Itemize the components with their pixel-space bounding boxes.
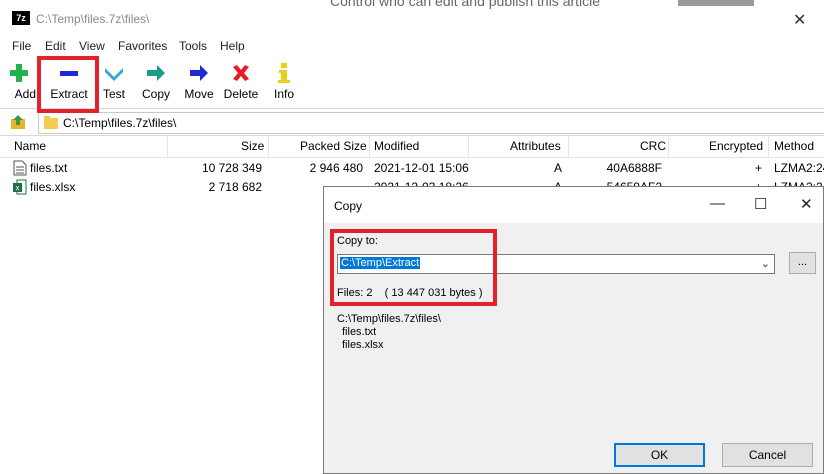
column-packed-size[interactable]: Packed Size: [300, 139, 367, 153]
path-input[interactable]: C:\Temp\files.7z\files\: [38, 112, 824, 134]
source-list: C:\Temp\files.7z\files\ files.txt files.…: [337, 313, 441, 352]
minimize-icon[interactable]: —: [710, 195, 725, 212]
address-bar: C:\Temp\files.7z\files\: [0, 108, 824, 136]
dialog-title-bar: Copy — ☐ ✕: [324, 187, 823, 223]
extract-button[interactable]: Extract: [44, 56, 94, 108]
ok-button[interactable]: OK: [614, 443, 705, 467]
file-crc: 40A6888F: [606, 161, 662, 175]
file-name: files.txt: [30, 161, 68, 175]
delete-button[interactable]: Delete: [222, 56, 260, 108]
chevron-down-icon[interactable]: ⌄: [761, 257, 770, 270]
dialog-title: Copy: [334, 199, 363, 213]
destination-combobox[interactable]: C:\Temp\Extract ⌄: [337, 254, 775, 274]
background-window-text: Control who can edit and publish this ar…: [330, 0, 601, 9]
dialog-close-icon[interactable]: ✕: [800, 195, 813, 213]
title-bar: 7z C:\Temp\files.7z\files\ Control who c…: [0, 0, 824, 36]
column-encrypted[interactable]: Encrypted: [709, 139, 763, 153]
source-path: C:\Temp\files.7z\files\: [337, 313, 441, 325]
info-button[interactable]: Info: [270, 56, 298, 108]
file-packed-size: 2 946 480: [309, 161, 363, 175]
menu-help[interactable]: Help: [220, 39, 245, 53]
copy-button[interactable]: Copy: [138, 56, 174, 108]
column-divider: [268, 135, 269, 157]
move-icon: [190, 65, 208, 81]
file-attributes: A: [553, 161, 562, 175]
files-info: Files: 2 ( 13 447 031 bytes ): [337, 287, 483, 299]
copy-to-label: Copy to:: [337, 235, 378, 247]
file-encrypted: +: [754, 161, 762, 175]
column-divider: [568, 135, 569, 157]
menu-view[interactable]: View: [79, 39, 105, 53]
menu-edit[interactable]: Edit: [45, 39, 66, 53]
destination-text: C:\Temp\Extract: [340, 257, 421, 269]
file-name: files.xlsx: [30, 180, 76, 194]
column-method[interactable]: Method: [774, 139, 814, 153]
folder-icon: [44, 116, 58, 129]
menu-bar: File Edit View Favorites Tools Help: [0, 36, 824, 56]
maximize-icon[interactable]: ☐: [754, 195, 767, 213]
file-modified: 2021-12-01 15:06: [374, 161, 469, 175]
column-crc[interactable]: CRC: [640, 139, 666, 153]
excel-file-icon: x: [13, 179, 27, 195]
file-list-header: Name Size Packed Size Modified Attribute…: [0, 135, 824, 158]
up-folder-icon[interactable]: [9, 113, 27, 131]
copy-dialog: Copy — ☐ ✕ Copy to: C:\Temp\Extract ⌄ ..…: [323, 186, 824, 474]
test-button[interactable]: Test: [98, 56, 130, 108]
info-icon: [278, 63, 290, 83]
table-row[interactable]: files.txt 10 728 349 2 946 480 2021-12-0…: [0, 158, 824, 178]
add-icon: [10, 64, 28, 82]
text-file-icon: [13, 160, 27, 176]
toolbar: Add Extract Test Copy Move Delete Info: [0, 56, 824, 108]
column-size[interactable]: Size: [241, 139, 264, 153]
background-window-block: [678, 0, 754, 6]
file-method: LZMA2:24: [774, 161, 824, 175]
column-divider: [468, 135, 469, 157]
copy-icon: [147, 65, 165, 81]
test-icon: [105, 68, 123, 81]
source-file: files.xlsx: [342, 339, 384, 351]
cancel-button[interactable]: Cancel: [722, 443, 813, 467]
window-title: C:\Temp\files.7z\files\: [36, 12, 150, 26]
column-modified[interactable]: Modified: [374, 139, 419, 153]
delete-icon: [233, 65, 249, 81]
source-file: files.txt: [342, 326, 377, 338]
column-name[interactable]: Name: [14, 139, 46, 153]
menu-file[interactable]: File: [12, 39, 31, 53]
file-size: 2 718 682: [208, 180, 262, 194]
file-size: 10 728 349: [201, 161, 262, 175]
svg-text:x: x: [16, 184, 20, 193]
column-divider: [668, 135, 669, 157]
column-divider: [167, 135, 168, 157]
browse-button[interactable]: ...: [789, 252, 816, 274]
menu-tools[interactable]: Tools: [179, 39, 207, 53]
column-attributes[interactable]: Attributes: [510, 139, 561, 153]
add-button[interactable]: Add: [0, 56, 38, 108]
extract-icon: [60, 71, 78, 76]
move-button[interactable]: Move: [182, 56, 216, 108]
path-text: C:\Temp\files.7z\files\: [63, 116, 177, 130]
7zip-logo-icon: 7z: [12, 11, 30, 25]
column-divider: [768, 135, 769, 157]
column-divider: [369, 135, 370, 157]
menu-favorites[interactable]: Favorites: [118, 39, 167, 53]
window-close-icon[interactable]: ✕: [793, 10, 806, 30]
